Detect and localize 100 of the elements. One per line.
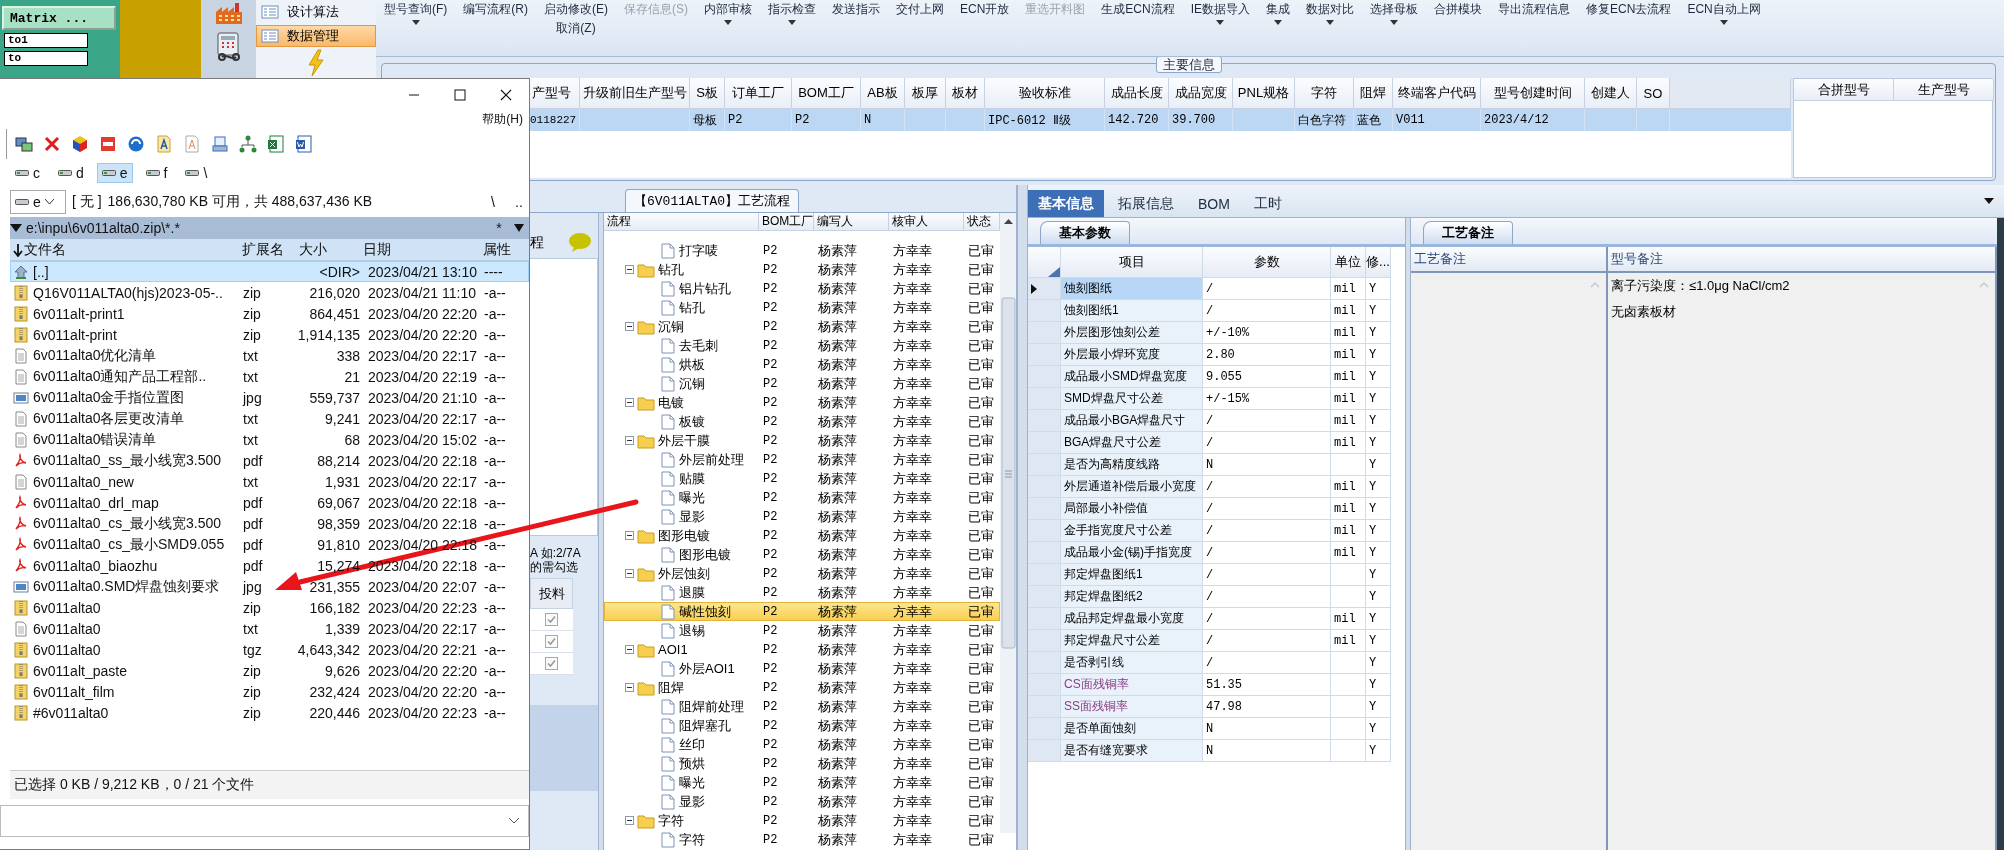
tree-row[interactable]: 字符 P2 杨素萍 方幸幸 已审 — [604, 830, 1000, 849]
input-field[interactable]: to — [4, 51, 88, 66]
file-row[interactable]: Q16V011ALTA0(hjs)2023-05-.. zip 216,020 2023/04/21 11:10 -a-- — [10, 282, 529, 303]
tree-row[interactable]: 阻焊前处理 P2 杨素萍 方幸幸 已审 — [604, 697, 1000, 716]
collapse-icon[interactable] — [625, 322, 634, 331]
splitter[interactable] — [1405, 218, 1411, 850]
section-tab[interactable]: 基本参数 — [1040, 221, 1130, 244]
ribbon-button[interactable]: 数据对比 — [1306, 0, 1355, 56]
file-row[interactable]: 6v011alta0_cs_最小线宽3.500 pdf 98,359 2023/04/20 22:18 -a-- — [10, 513, 529, 534]
menu-item[interactable]: 设计算法 — [256, 1, 376, 23]
ribbon-button[interactable]: 修复ECN去流程 — [1586, 0, 1672, 56]
cube-icon[interactable] — [71, 135, 89, 153]
ribbon-button[interactable]: 交付上网 — [896, 0, 944, 56]
tab[interactable]: 拓展信息 — [1108, 190, 1184, 217]
tree-row[interactable]: 曝光 P2 杨素萍 方幸幸 已审 — [604, 488, 1000, 507]
tree-row[interactable]: 碱性蚀刻 P2 杨素萍 方幸幸 已审 — [604, 602, 1000, 621]
tree-row[interactable]: 丝印 P2 杨素萍 方幸幸 已审 — [604, 735, 1000, 754]
network-icon[interactable] — [239, 135, 257, 153]
column-header[interactable]: 大小 — [297, 238, 361, 261]
file-row[interactable]: 6v011alta0优化清单 txt 338 2023/04/20 22:17 -a-- — [10, 345, 529, 366]
collapse-icon[interactable] — [625, 531, 634, 540]
section-tab[interactable]: 工艺备注 — [1423, 221, 1513, 244]
file-row[interactable]: 6v011alta0 txt 1,339 2023/04/20 22:17 -a-- — [10, 618, 529, 639]
file-row[interactable]: 6v011alt_paste zip 9,626 2023/04/20 22:20 -a-- — [10, 660, 529, 681]
computer-icon[interactable] — [15, 135, 33, 153]
ribbon-button[interactable]: ECN开放 — [960, 0, 1010, 56]
ribbon-button[interactable]: 启动修改(E) 取消(Z) — [544, 0, 608, 56]
tree-row[interactable]: 外层蚀刻 P2 杨素萍 方幸幸 已审 — [604, 564, 1000, 583]
tree-row[interactable]: 图形电镀 P2 杨素萍 方幸幸 已审 — [604, 526, 1000, 545]
close-icon[interactable] — [500, 89, 512, 101]
checkbox[interactable] — [545, 657, 558, 670]
delete-icon[interactable] — [43, 135, 61, 153]
tree-row[interactable]: 板镀 P2 杨素萍 方幸幸 已审 — [604, 412, 1000, 431]
tree-row[interactable]: 字符 P2 杨素萍 方幸幸 已审 — [604, 811, 1000, 830]
file-row[interactable]: #6v011alta0 zip 220,446 2023/04/20 22:23 -a-- — [10, 702, 529, 723]
ribbon-button[interactable]: 发送指示 — [832, 0, 880, 56]
collapse-icon[interactable] — [625, 816, 634, 825]
ribbon-button[interactable]: 内部审核 — [704, 0, 752, 56]
drive-button[interactable]: c — [10, 163, 45, 183]
scroll-up-icon[interactable] — [1979, 281, 1989, 289]
font-file-icon[interactable] — [155, 135, 173, 153]
matrix-button[interactable]: Matrix ... — [2, 6, 116, 30]
menu-item[interactable]: 帮助(H) — [482, 111, 523, 129]
file-row[interactable]: 6v011alt_film zip 232,424 2023/04/20 22:20 -a-- — [10, 681, 529, 702]
monitor-icon[interactable] — [211, 135, 229, 153]
scrollbar[interactable] — [1000, 213, 1016, 833]
ribbon-button[interactable]: ECN自动上网 — [1687, 0, 1761, 56]
scroll-up-icon[interactable] — [1590, 281, 1600, 289]
tab[interactable]: 基本信息 — [1028, 190, 1104, 217]
drive-button[interactable]: d — [53, 163, 89, 183]
tree-row[interactable]: 去毛刺 P2 杨素萍 方幸幸 已审 — [604, 336, 1000, 355]
pdf-icon[interactable] — [99, 135, 117, 153]
tree-row[interactable]: 阻焊 P2 杨素萍 方幸幸 已审 — [604, 678, 1000, 697]
ribbon-button[interactable]: 合拼模块 — [1434, 0, 1483, 56]
tree-row[interactable]: 外层干膜 P2 杨素萍 方幸幸 已审 — [604, 431, 1000, 450]
spreadsheet-icon[interactable] — [267, 135, 285, 153]
checkbox[interactable] — [545, 613, 558, 626]
tree-row[interactable]: 外层前处理 P2 杨素萍 方幸幸 已审 — [604, 450, 1000, 469]
tree-row[interactable]: 外层AOI1 P2 杨素萍 方幸幸 已审 — [604, 659, 1000, 678]
ribbon-button[interactable]: 型号查询(F) — [384, 0, 448, 56]
file-row[interactable]: 6v011alta0_new txt 1,931 2023/04/20 22:17 -a-- — [10, 471, 529, 492]
drive-button[interactable]: f — [140, 163, 173, 183]
tree-row[interactable]: 显影 P2 杨素萍 方幸幸 已审 — [604, 792, 1000, 811]
collapse-icon[interactable] — [625, 683, 634, 692]
tree-row[interactable]: 沉铜 P2 杨素萍 方幸幸 已审 — [604, 374, 1000, 393]
ribbon-button[interactable]: 生成ECN流程 — [1101, 0, 1175, 56]
input-field[interactable]: to1 — [4, 33, 88, 48]
file-row[interactable]: 6v011alta0错误清单 txt 68 2023/04/20 15:02 -a-- — [10, 429, 529, 450]
tree-row[interactable]: 沉铜 P2 杨素萍 方幸幸 已审 — [604, 317, 1000, 336]
file-row[interactable]: 6v011alta0各层更改清单 txt 9,241 2023/04/20 22:17 -a-- — [10, 408, 529, 429]
word-document-icon[interactable] — [295, 135, 313, 153]
splitter[interactable] — [598, 213, 604, 850]
tree-row[interactable]: 贴膜 P2 杨素萍 方幸幸 已审 — [604, 469, 1000, 488]
file-row[interactable]: 6v011alta0 tgz 4,643,342 2023/04/20 22:21 -a-- — [10, 639, 529, 660]
collapse-icon[interactable] — [625, 436, 634, 445]
tree-row[interactable]: AOI1 P2 杨素萍 方幸幸 已审 — [604, 640, 1000, 659]
ribbon-button[interactable]: 指示检查 — [768, 0, 816, 56]
ribbon-button[interactable]: IE数据导入 — [1190, 0, 1251, 56]
file-row[interactable]: 6v011alta0金手指位置图 jpg 559,737 2023/04/20 21:10 -a-- — [10, 387, 529, 408]
ribbon-button[interactable]: 集成 — [1266, 0, 1291, 56]
table-row[interactable]: 0118227 母板 P2 P2 N IPC-6012 Ⅱ级 142.720 39.700 白色字符 蓝色 V011 2023/4/12 — [529, 109, 1791, 131]
speech-bubble-icon[interactable] — [568, 232, 592, 252]
column-header[interactable]: 扩展名 — [240, 238, 297, 261]
file-row[interactable]: 6v011alt-print1 zip 864,451 2023/04/20 22:20 -a-- — [10, 303, 529, 324]
column-header[interactable]: 日期 — [361, 238, 481, 261]
file-row[interactable]: 6v011alt-print zip 1,914,135 2023/04/20 22:20 -a-- — [10, 324, 529, 345]
collapse-icon[interactable] — [625, 569, 634, 578]
globe-icon[interactable] — [127, 135, 145, 153]
checkbox[interactable] — [545, 635, 558, 648]
maximize-icon[interactable] — [454, 89, 466, 101]
tree-row[interactable]: 预烘 P2 杨素萍 方幸幸 已审 — [604, 754, 1000, 773]
tree-row[interactable]: 铝片钻孔 P2 杨素萍 方幸幸 已审 — [604, 279, 1000, 298]
ribbon-button[interactable]: 选择母板 — [1370, 0, 1419, 56]
tree-row[interactable]: 钻孔 P2 杨素萍 方幸幸 已审 — [604, 260, 1000, 279]
drive-dropdown[interactable]: e — [10, 190, 66, 214]
tab[interactable]: BOM — [1188, 190, 1240, 217]
tab[interactable]: 工时 — [1243, 190, 1292, 217]
tree-row[interactable]: 曝光 P2 杨素萍 方幸幸 已审 — [604, 773, 1000, 792]
file-row[interactable]: 6v011alta0通知产品工程部.. txt 21 2023/04/20 22:19 -a-- — [10, 366, 529, 387]
root-button[interactable]: \ — [483, 194, 503, 210]
